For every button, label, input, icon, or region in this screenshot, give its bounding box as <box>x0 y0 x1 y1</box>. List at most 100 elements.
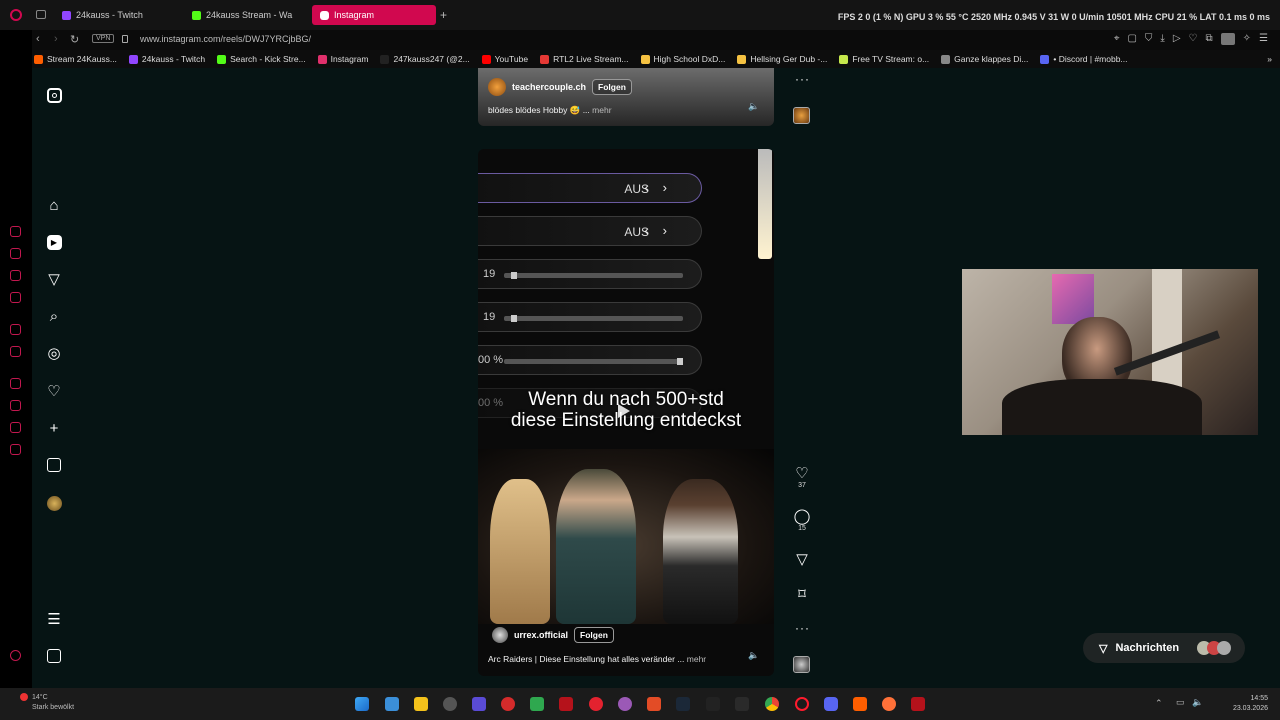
heart-icon[interactable]: ♡ <box>1189 33 1198 45</box>
back-button[interactable]: ‹ <box>36 33 40 45</box>
bookmark-item[interactable]: Free TV Stream: o... <box>839 54 929 64</box>
share-action[interactable]: ▽ <box>792 552 812 568</box>
heart-icon[interactable]: ♡ <box>792 466 812 482</box>
author-avatar[interactable] <box>492 627 508 643</box>
tab-kick[interactable]: 24kauss Stream - Wa <box>184 5 309 25</box>
network-icon[interactable]: ▭ <box>1176 697 1185 708</box>
reel-description[interactable]: Arc Raiders | Diese Einstellung hat alle… <box>488 654 706 664</box>
explore-icon[interactable]: ◎ <box>45 344 63 362</box>
author-handle[interactable]: teachercouple.ch <box>512 82 586 92</box>
app-icon[interactable] <box>706 697 720 711</box>
file-explorer-icon[interactable] <box>414 697 428 711</box>
mute-icon[interactable]: 🔈 <box>748 650 759 661</box>
bookmark-item[interactable]: Search - Kick Stre... <box>217 54 306 64</box>
app-icon[interactable] <box>589 697 603 711</box>
app-icon[interactable] <box>853 697 867 711</box>
sidebar-youtube-icon[interactable] <box>10 324 21 335</box>
more-link[interactable]: mehr <box>687 654 706 664</box>
more-menu-icon[interactable]: ☰ <box>45 610 63 628</box>
pin-icon[interactable]: ⌖ <box>1114 33 1120 45</box>
app-icon[interactable] <box>735 697 749 711</box>
weather-widget[interactable]: 14°C Stark bewölkt <box>32 693 74 713</box>
calculator-icon[interactable] <box>385 697 399 711</box>
snapshot-icon[interactable]: ▢ <box>1127 33 1136 45</box>
vpn-badge[interactable]: VPN <box>92 34 115 43</box>
bookmark-item[interactable]: RTL2 Live Stream... <box>540 54 629 64</box>
discord-icon[interactable] <box>824 697 838 711</box>
author-handle[interactable]: urrex.official <box>514 630 568 640</box>
app-icon[interactable] <box>559 697 573 711</box>
start-icon[interactable] <box>355 697 369 711</box>
sidebar-player-icon[interactable] <box>10 378 21 389</box>
bookmark-item[interactable]: Stream 24Kauss... <box>34 54 117 64</box>
app-icon[interactable] <box>647 697 661 711</box>
shield-icon[interactable]: ⛉ <box>1145 33 1153 45</box>
app-icon[interactable] <box>530 697 544 711</box>
create-plus-icon[interactable]: + <box>45 419 63 437</box>
direct-messages-icon[interactable]: ▽ <box>45 270 63 288</box>
steam-icon[interactable] <box>676 697 690 711</box>
tab-twitch[interactable]: 24kauss - Twitch <box>54 5 179 25</box>
home-icon[interactable]: ⌂ <box>45 196 63 214</box>
url-field[interactable]: www.instagram.com/reels/DWJ7YRCjbBG/ <box>140 34 311 44</box>
mouse-app-icon[interactable] <box>443 697 457 711</box>
audio-thumbnail[interactable] <box>793 107 810 124</box>
bookmark-item[interactable]: 24kauss - Twitch <box>128 54 205 64</box>
like-action[interactable]: ♡ 37 <box>792 466 812 490</box>
reload-icon[interactable]: ↻ <box>70 33 79 46</box>
dashboard-icon[interactable] <box>45 456 63 474</box>
firefox-icon[interactable] <box>882 697 896 711</box>
audio-thumbnail[interactable] <box>793 656 810 673</box>
bookmark-item[interactable]: YouTube <box>481 54 528 64</box>
tray-overflow-icon[interactable]: ⌃ <box>1155 698 1163 709</box>
tab-instagram[interactable]: Instagram <box>312 5 436 25</box>
sidebar-clock-icon[interactable] <box>10 400 21 411</box>
follow-button[interactable]: Folgen <box>574 627 614 643</box>
app-icon[interactable] <box>911 697 925 711</box>
download-icon[interactable]: ⤓ <box>1160 33 1164 45</box>
bookmark-icon[interactable]: ⌑ <box>792 587 812 603</box>
opera-logo-icon[interactable] <box>10 9 22 21</box>
extensions-icon[interactable]: ⧉ <box>1206 33 1213 45</box>
vortex-icon[interactable] <box>472 697 486 711</box>
bookmark-item[interactable]: Hellsing Ger Dub -... <box>737 54 827 64</box>
sidebar-messenger-icon[interactable] <box>10 226 21 237</box>
messages-button[interactable]: ▽ Nachrichten <box>1083 633 1245 663</box>
new-tab-button[interactable]: + <box>440 8 447 22</box>
menu-icon[interactable]: ☰ <box>1259 33 1268 45</box>
bookmark-item[interactable]: Instagram <box>317 54 368 64</box>
comment-icon[interactable]: ◯ <box>792 509 812 525</box>
bookmark-item[interactable]: • Discord | #mobb... <box>1040 54 1128 64</box>
profile-avatar[interactable] <box>1220 33 1235 45</box>
sidebar-twitch-icon[interactable] <box>10 292 21 303</box>
opera-gx-icon[interactable] <box>795 697 809 711</box>
also-from-meta-icon[interactable] <box>45 647 63 665</box>
chrome-icon[interactable] <box>765 697 779 711</box>
instagram-logo-icon[interactable] <box>45 86 63 104</box>
author-avatar[interactable] <box>488 78 506 96</box>
notifications-heart-icon[interactable]: ♡ <box>45 382 63 400</box>
app-icon[interactable] <box>618 697 632 711</box>
taskbar-clock[interactable]: 14:55 23.03.2026 <box>1233 694 1268 714</box>
volume-icon[interactable]: 🔈 <box>1192 697 1203 708</box>
more-options-icon[interactable]: ··· <box>795 72 810 86</box>
sidebar-extensions-icon[interactable] <box>10 422 21 433</box>
mute-icon[interactable]: 🔈 <box>748 101 759 112</box>
more-options-icon[interactable]: ··· <box>795 621 810 635</box>
play-icon[interactable]: ▷ <box>1173 33 1181 45</box>
forward-button[interactable]: › <box>54 33 58 45</box>
save-action[interactable]: ⌑ <box>792 587 812 603</box>
play-icon[interactable] <box>618 404 630 418</box>
ai-icon[interactable]: ✧ <box>1243 33 1251 45</box>
reel-previous[interactable]: teachercouple.ch Folgen blödes blödes Ho… <box>478 68 774 126</box>
more-link[interactable]: mehr <box>592 105 611 115</box>
sidebar-settings-icon[interactable] <box>10 444 21 455</box>
sidebar-history-icon[interactable] <box>10 248 21 259</box>
profile-avatar[interactable] <box>45 494 63 512</box>
bookmark-item[interactable]: High School DxD... <box>640 54 725 64</box>
bookmark-item[interactable]: 247kauss247 (@2... <box>380 54 470 64</box>
search-icon[interactable]: ⌕ <box>45 307 63 325</box>
comment-action[interactable]: ◯ 15 <box>792 509 812 533</box>
lock-icon[interactable] <box>122 35 128 43</box>
share-icon[interactable]: ▽ <box>792 552 812 568</box>
